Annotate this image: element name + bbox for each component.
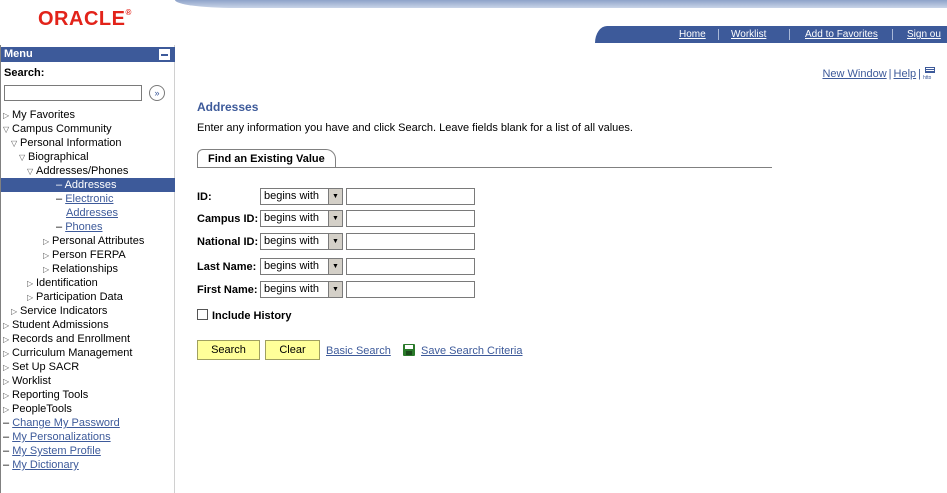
menu-item-service-indicators[interactable]: ▷ Service Indicators	[11, 304, 107, 318]
nav-separator	[892, 29, 893, 40]
menu-item-electronic-addresses[interactable]: – Electronic	[56, 192, 113, 206]
menu-item-electronic-addresses-cont[interactable]: Addresses	[66, 206, 118, 220]
basic-search-link[interactable]: Basic Search	[326, 345, 391, 357]
main-content: New Window | Help | http Addresses Enter any…	[175, 45, 947, 493]
new-window-link[interactable]: New Window	[822, 68, 886, 80]
save-search-criteria-link[interactable]: Save Search Criteria	[421, 345, 523, 357]
dropdown-arrow-icon[interactable]: ▼	[328, 282, 342, 297]
menu-item-participation-data[interactable]: ▷ Participation Data	[27, 290, 123, 304]
menu-item-student-admissions[interactable]: ▷ Student Admissions	[3, 318, 109, 332]
menu-item-my-favorites[interactable]: ▷ My Favorites	[3, 108, 75, 122]
search-go-icon[interactable]: »	[149, 85, 165, 101]
help-link[interactable]: Help	[894, 68, 917, 80]
menu-search-input[interactable]	[4, 85, 142, 101]
first-name-input[interactable]	[346, 281, 475, 298]
nav-separator	[718, 29, 719, 40]
menu-item-my-dictionary[interactable]: – My Dictionary	[3, 458, 79, 472]
header: ORACLE® Home Worklist Add to Favorites S…	[0, 0, 947, 45]
checkbox-icon[interactable]	[197, 309, 208, 320]
menu-item-my-system-profile[interactable]: – My System Profile	[3, 444, 101, 458]
operator-select[interactable]: begins with ▼	[260, 258, 343, 275]
link-separator: |	[888, 68, 892, 80]
menu-item-personal-information[interactable]: ▽ Personal Information	[11, 136, 122, 150]
menu-item-curriculum-management[interactable]: ▷ Curriculum Management	[3, 346, 132, 360]
nav-add-to-favorites-link[interactable]: Add to Favorites	[805, 29, 878, 40]
dropdown-arrow-icon[interactable]: ▼	[328, 259, 342, 274]
national-id-input[interactable]	[346, 233, 475, 250]
operator-select[interactable]: begins with ▼	[260, 281, 343, 298]
operator-select[interactable]: begins with ▼	[260, 210, 343, 227]
sidebar-menu: Menu Search: » ▷ My Favorites ▽ Campus Com…	[0, 45, 175, 493]
operator-select[interactable]: begins with ▼	[260, 188, 343, 205]
include-history-checkbox[interactable]: Include History	[197, 309, 291, 322]
top-navbar: Home Worklist Add to Favorites Sign ou	[595, 26, 947, 43]
page-instructions: Enter any information you have and click…	[197, 122, 633, 134]
nav-sign-out-link[interactable]: Sign ou	[907, 29, 941, 40]
field-label: Last Name:	[197, 261, 257, 273]
field-label: First Name:	[197, 284, 258, 296]
page-utility-links: New Window | Help | http	[822, 67, 937, 80]
menu-item-worklist[interactable]: ▷ Worklist	[3, 374, 51, 388]
menu-item-my-personalizations[interactable]: – My Personalizations	[3, 430, 111, 444]
dropdown-arrow-icon[interactable]: ▼	[328, 189, 342, 204]
menu-item-peopletools[interactable]: ▷ PeopleTools	[3, 402, 72, 416]
menu-item-personal-attributes[interactable]: ▷ Personal Attributes	[43, 234, 144, 248]
svg-text:http: http	[923, 75, 932, 79]
menu-item-biographical[interactable]: ▽ Biographical	[19, 150, 89, 164]
last-name-input[interactable]	[346, 258, 475, 275]
menu-title: Menu	[4, 48, 33, 60]
nav-separator	[789, 29, 790, 40]
menu-header: Menu	[1, 47, 175, 62]
menu-item-records-and-enrollment[interactable]: ▷ Records and Enrollment	[3, 332, 130, 346]
menu-item-person-ferpa[interactable]: ▷ Person FERPA	[43, 248, 126, 262]
field-label: ID:	[197, 191, 212, 203]
operator-select[interactable]: begins with ▼	[260, 233, 343, 250]
menu-search-label: Search:	[4, 67, 45, 79]
field-label: Campus ID:	[197, 213, 259, 225]
menu-item-identification[interactable]: ▷ Identification	[27, 276, 98, 290]
link-separator: |	[918, 68, 921, 80]
menu-item-phones[interactable]: – Phones	[56, 220, 103, 234]
menu-item-addresses-phones[interactable]: ▽ Addresses/Phones	[27, 164, 128, 178]
menu-item-relationships[interactable]: ▷ Relationships	[43, 262, 118, 276]
dropdown-arrow-icon[interactable]: ▼	[328, 211, 342, 226]
page-title: Addresses	[197, 100, 259, 114]
field-label: National ID:	[197, 236, 259, 248]
menu-item-addresses-selected[interactable]: – Addresses	[1, 178, 175, 192]
clear-button[interactable]: Clear	[265, 340, 320, 360]
id-input[interactable]	[346, 188, 475, 205]
save-disk-icon[interactable]	[403, 344, 415, 356]
nav-worklist-link[interactable]: Worklist	[731, 29, 766, 40]
menu-item-campus-community[interactable]: ▽ Campus Community	[3, 122, 112, 136]
campus-id-input[interactable]	[346, 210, 475, 227]
menu-item-set-up-sacr[interactable]: ▷ Set Up SACR	[3, 360, 79, 374]
http-icon[interactable]: http	[923, 67, 937, 79]
minimize-icon[interactable]	[159, 49, 170, 60]
menu-item-reporting-tools[interactable]: ▷ Reporting Tools	[3, 388, 88, 402]
oracle-logo: ORACLE®	[38, 8, 132, 30]
dropdown-arrow-icon[interactable]: ▼	[328, 234, 342, 249]
tab-underline	[197, 167, 772, 168]
tab-find-existing-value[interactable]: Find an Existing Value	[197, 149, 336, 168]
nav-home-link[interactable]: Home	[679, 29, 706, 40]
header-banner	[175, 0, 947, 8]
menu-item-change-my-password[interactable]: – Change My Password	[3, 416, 120, 430]
search-button[interactable]: Search	[197, 340, 260, 360]
